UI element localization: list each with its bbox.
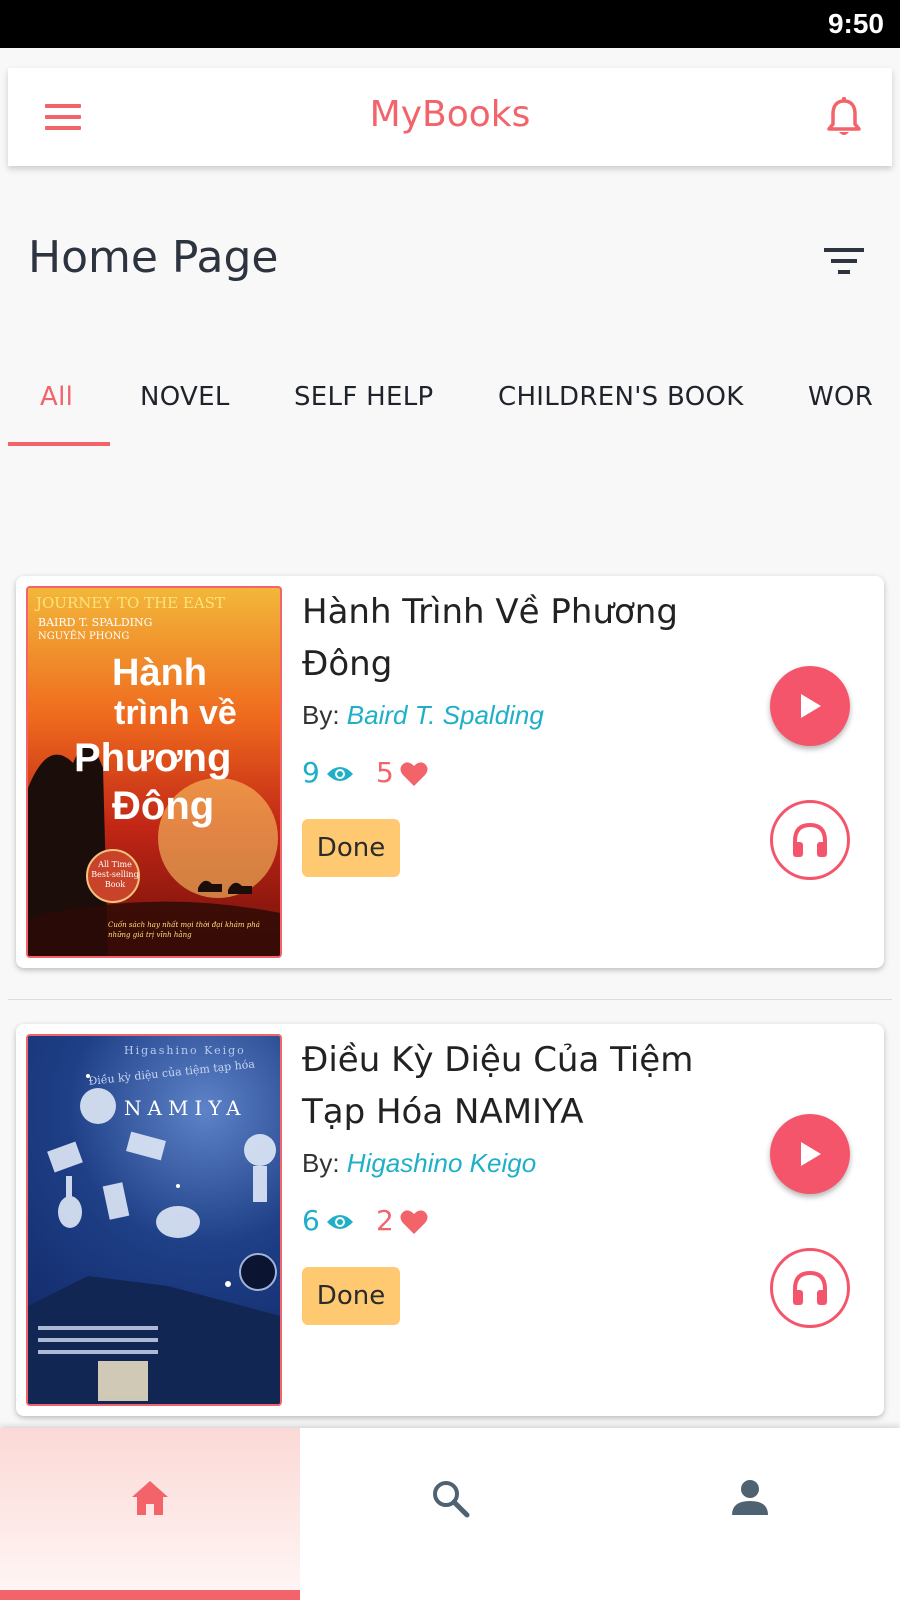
status-bar: 9:50	[0, 0, 900, 48]
tab-childrens-book[interactable]: CHILDREN'S BOOK	[498, 382, 744, 412]
status-badge: Done	[302, 1267, 400, 1325]
eye-icon	[326, 767, 353, 781]
card-divider	[8, 999, 892, 1000]
filter-icon[interactable]	[824, 246, 864, 280]
book-cover[interactable]: Higashino Keigo Điều kỳ diệu của tiệm tạ…	[26, 1034, 282, 1406]
book-title[interactable]: Hành Trình Về Phương Đông	[302, 586, 742, 690]
view-count: 6	[302, 1204, 354, 1237]
eye-icon	[326, 1215, 353, 1229]
cover-authors: BAIRD T. SPALDING	[38, 616, 153, 629]
book-card[interactable]: JOURNEY TO THE EAST BAIRD T. SPALDING NG…	[16, 576, 884, 968]
tab-self-help[interactable]: SELF HELP	[294, 382, 433, 412]
cover-title-line-4: Đông	[112, 784, 215, 828]
like-count-value: 2	[376, 1204, 394, 1237]
like-count: 2	[376, 1204, 428, 1237]
view-count-value: 9	[302, 756, 320, 789]
like-count-value: 5	[376, 756, 394, 789]
cover-title: NAMIYA	[124, 1096, 247, 1120]
cover-translator: NGUYÊN PHONG	[38, 631, 130, 642]
read-button[interactable]	[770, 1114, 850, 1194]
like-count: 5	[376, 756, 428, 789]
heart-icon	[400, 1210, 428, 1234]
author-link[interactable]: Baird T. Spalding	[347, 700, 544, 730]
view-count-value: 6	[302, 1204, 320, 1237]
nav-search[interactable]	[300, 1428, 600, 1600]
cover-title-line-1: Hành	[112, 652, 207, 694]
cover-title-line-3: Phương	[74, 736, 232, 780]
tab-wor[interactable]: WOR	[808, 382, 873, 412]
play-icon	[801, 694, 821, 718]
book-cover[interactable]: JOURNEY TO THE EAST BAIRD T. SPALDING NG…	[26, 586, 282, 958]
by-label: By:	[302, 700, 347, 730]
by-label: By:	[302, 1148, 347, 1178]
book-byline: By: Higashino Keigo	[302, 1148, 536, 1179]
category-tabs: All NOVEL SELF HELP CHILDREN'S BOOK WOR	[8, 370, 900, 448]
status-badge: Done	[302, 819, 400, 877]
person-icon	[732, 1480, 768, 1515]
app-bar: MyBooks	[8, 68, 892, 166]
headphones-icon	[793, 822, 827, 857]
page-title: Home Page	[28, 232, 279, 283]
bell-icon[interactable]	[824, 96, 864, 138]
nav-home[interactable]	[0, 1428, 300, 1600]
cover-seal: All Time Best-selling Book	[91, 860, 139, 889]
listen-button[interactable]	[770, 800, 850, 880]
nav-profile[interactable]	[600, 1428, 900, 1600]
cover-top-line: JOURNEY TO THE EAST	[36, 594, 225, 612]
bottom-navigation	[0, 1428, 900, 1600]
active-tab-indicator	[8, 442, 110, 446]
cover-tagline: Cuốn sách hay nhất mọi thời đại khám phá…	[108, 921, 260, 939]
book-byline: By: Baird T. Spalding	[302, 700, 544, 731]
author-link[interactable]: Higashino Keigo	[347, 1148, 536, 1178]
view-count: 9	[302, 756, 354, 789]
search-icon	[433, 1481, 470, 1518]
cover-title-line-2: trình về	[114, 694, 237, 732]
listen-button[interactable]	[770, 1248, 850, 1328]
play-icon	[801, 1142, 821, 1166]
heart-icon	[400, 762, 428, 786]
home-icon	[132, 1481, 168, 1515]
book-title[interactable]: Điều Kỳ Diệu Của Tiệm Tạp Hóa NAMIYA	[302, 1034, 742, 1138]
cover-author: Higashino Keigo	[124, 1044, 246, 1057]
tab-all[interactable]: All	[40, 382, 73, 412]
app-title: MyBooks	[369, 94, 531, 135]
headphones-icon	[793, 1270, 827, 1305]
book-card[interactable]: Higashino Keigo Điều kỳ diệu của tiệm tạ…	[16, 1024, 884, 1416]
read-button[interactable]	[770, 666, 850, 746]
tab-novel[interactable]: NOVEL	[140, 382, 230, 412]
status-time: 9:50	[827, 8, 884, 39]
